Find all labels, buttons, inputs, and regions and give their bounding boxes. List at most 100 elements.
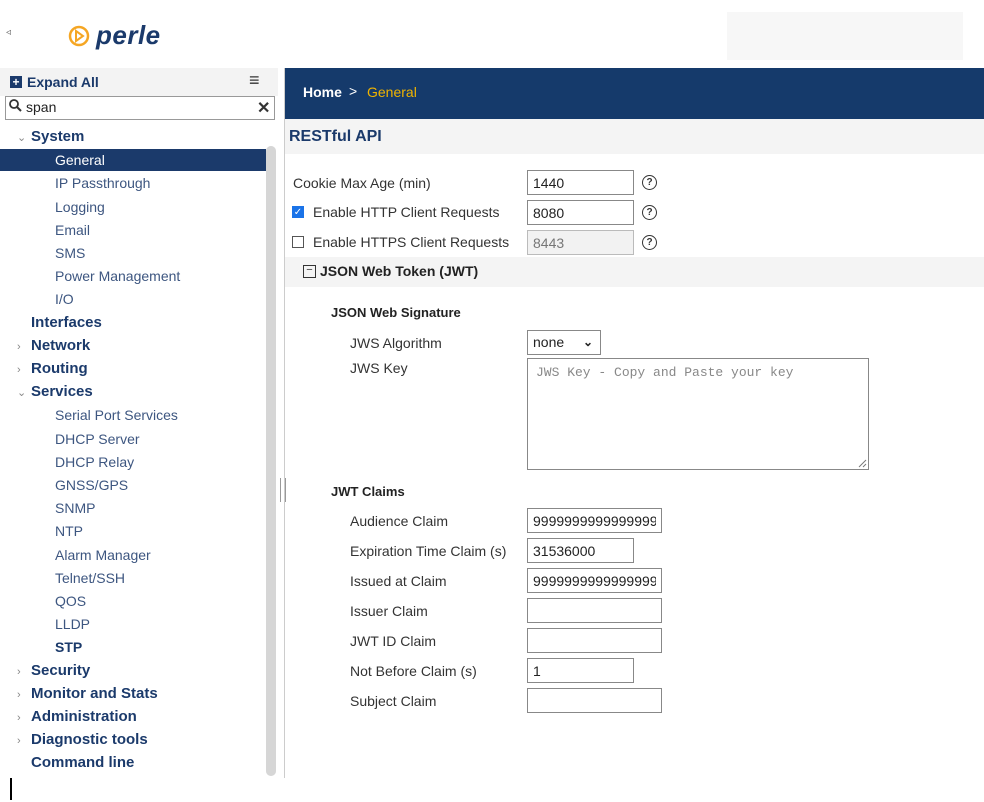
cookie-max-age-label: Cookie Max Age (min) [293,175,431,191]
sidebar-item-security[interactable]: › Security [0,660,266,682]
plus-icon: + [10,76,22,88]
jws-algorithm-label: JWS Algorithm [350,335,442,351]
sidebar-item-label: Telnet/SSH [55,569,126,586]
sidebar-item-label: Logging [55,198,105,215]
sidebar-item-label: SMS [55,245,86,261]
breadcrumb-home-link[interactable]: Home [303,84,342,100]
sidebar-item-services[interactable]: ⌄ Services [0,381,266,403]
http-enable-checkbox[interactable]: ✓ [292,206,304,218]
sidebar-item-sms[interactable]: SMS [0,242,266,264]
sidebar-item-label: QOS [55,593,87,609]
expand-all-label[interactable]: Expand All [27,74,99,90]
jwt-id-claim-input[interactable] [527,628,662,653]
audience-claim-input[interactable] [527,508,662,533]
https-port-input[interactable] [527,230,634,255]
expiration-claim-label: Expiration Time Claim (s) [350,543,507,559]
sidebar-item-email[interactable]: Email [0,219,266,241]
subject-claim-input[interactable] [527,688,662,713]
issued-at-claim-label: Issued at Claim [350,573,447,589]
sidebar-item-telnet-ssh[interactable]: Telnet/SSH [0,567,266,589]
breadcrumb: Home > General [285,68,984,119]
sidebar-item-qos[interactable]: QOS [0,590,266,612]
sidebar-item-label: LLDP [55,616,91,633]
issuer-claim-label: Issuer Claim [350,603,428,619]
sidebar-item-network[interactable]: › Network [0,335,266,357]
collapse-arrow-icon[interactable]: ◃ [6,27,11,38]
jwt-section-title: JSON Web Token (JWT) [320,263,479,279]
top-bar: ◃ perle [0,0,984,68]
sidebar-item-dhcp-relay[interactable]: DHCP Relay [0,451,266,473]
https-enable-checkbox[interactable] [292,236,304,248]
sidebar-item-label: System [31,128,85,145]
chevron-down-icon: ⌄ [17,387,27,400]
sidebar-item-snmp[interactable]: SNMP [0,497,266,519]
clear-search-icon[interactable]: ✕ [257,98,270,118]
jws-key-label: JWS Key [350,360,408,376]
sidebar-item-label: Monitor and Stats [31,684,158,702]
breadcrumb-current: General [367,84,417,100]
sidebar-item-serial-port-services[interactable]: Serial Port Services [0,404,266,426]
sidebar-item-label: Security [31,661,91,679]
jws-key-placeholder: JWS Key - Copy and Paste your key [536,365,794,380]
sidebar-item-alarm-manager[interactable]: Alarm Manager [0,544,266,566]
collapse-minus-icon[interactable]: − [303,265,316,278]
sidebar-item-label: Administration [31,708,137,725]
text-cursor [10,778,12,800]
main-content: Home > General RESTful API Cookie Max Ag… [285,68,984,802]
sidebar-item-diagnostic-tools[interactable]: › Diagnostic tools [0,729,266,751]
sidebar-item-general[interactable]: General [0,149,266,172]
jws-section-heading: JSON Web Signature [331,305,461,320]
issued-at-claim-input[interactable] [527,568,662,593]
sidebar-item-power-management[interactable]: Power Management [0,265,266,287]
issuer-claim-input[interactable] [527,598,662,623]
sidebar-item-i-o[interactable]: I/O [0,288,266,310]
sidebar-item-system[interactable]: ⌄ System [0,126,266,148]
cookie-help-icon[interactable]: ? [642,175,657,190]
sidebar-item-ntp[interactable]: NTP [0,520,266,542]
sidebar-item-command-line[interactable]: Command line [0,752,266,774]
jwt-id-claim-label: JWT ID Claim [350,633,437,649]
chevron-right-icon: › [17,712,21,724]
expand-all-row[interactable]: + Expand All ≡ [0,68,278,96]
textarea-resize-icon[interactable] [857,458,867,468]
jws-key-textarea[interactable]: JWS Key - Copy and Paste your key [527,358,869,470]
http-port-input[interactable] [527,200,634,225]
sidebar-item-stp[interactable]: STP [0,636,266,658]
sidebar-item-label: DHCP Server [55,430,140,447]
sidebar-item-label: IP Passthrough [55,175,151,192]
sidebar-item-monitor-and-stats[interactable]: › Monitor and Stats [0,683,266,705]
cookie-max-age-input[interactable] [527,170,634,195]
sidebar-item-label: Interfaces [31,313,102,331]
page-title: RESTful API [289,128,382,145]
sidebar-item-routing[interactable]: › Routing [0,358,266,380]
sidebar-item-gnss-gps[interactable]: GNSS/GPS [0,474,266,496]
title-bar: RESTful API [285,119,984,154]
sidebar-item-label: GNSS/GPS [55,477,129,493]
sidebar-item-label: DHCP Relay [55,453,135,470]
sidebar-item-administration[interactable]: › Administration [0,706,266,728]
sidebar-item-label: Routing [31,360,88,377]
sidebar-item-interfaces[interactable]: Interfaces [0,312,266,334]
sidebar-item-label: NTP [55,523,83,540]
sidebar-item-label: SNMP [55,500,96,517]
http-help-icon[interactable]: ? [642,205,657,220]
https-help-icon[interactable]: ? [642,235,657,250]
hamburger-menu-icon[interactable]: ≡ [249,70,260,91]
sidebar-item-dhcp-server[interactable]: DHCP Server [0,428,266,450]
chevron-down-icon: ⌄ [583,335,594,349]
sidebar: + Expand All ≡ ✕ ⌄ System General IP Passth… [0,68,286,778]
sidebar-item-ip-passthrough[interactable]: IP Passthrough [0,172,266,194]
logo-text: perle [96,20,161,50]
not-before-claim-input[interactable] [527,658,634,683]
sidebar-item-logging[interactable]: Logging [0,196,266,218]
sidebar-item-lldp[interactable]: LLDP [0,613,266,635]
audience-claim-label: Audience Claim [350,513,449,529]
jwt-section-header[interactable]: − JSON Web Token (JWT) [285,257,984,287]
search-input[interactable] [26,98,246,116]
expiration-claim-input[interactable] [527,538,634,563]
sidebar-item-label: Command line [31,754,135,772]
sidebar-scrollbar-thumb[interactable] [266,146,276,776]
sidebar-item-label: Network [31,336,91,354]
search-icon [9,99,22,115]
chevron-right-icon: › [17,735,21,748]
